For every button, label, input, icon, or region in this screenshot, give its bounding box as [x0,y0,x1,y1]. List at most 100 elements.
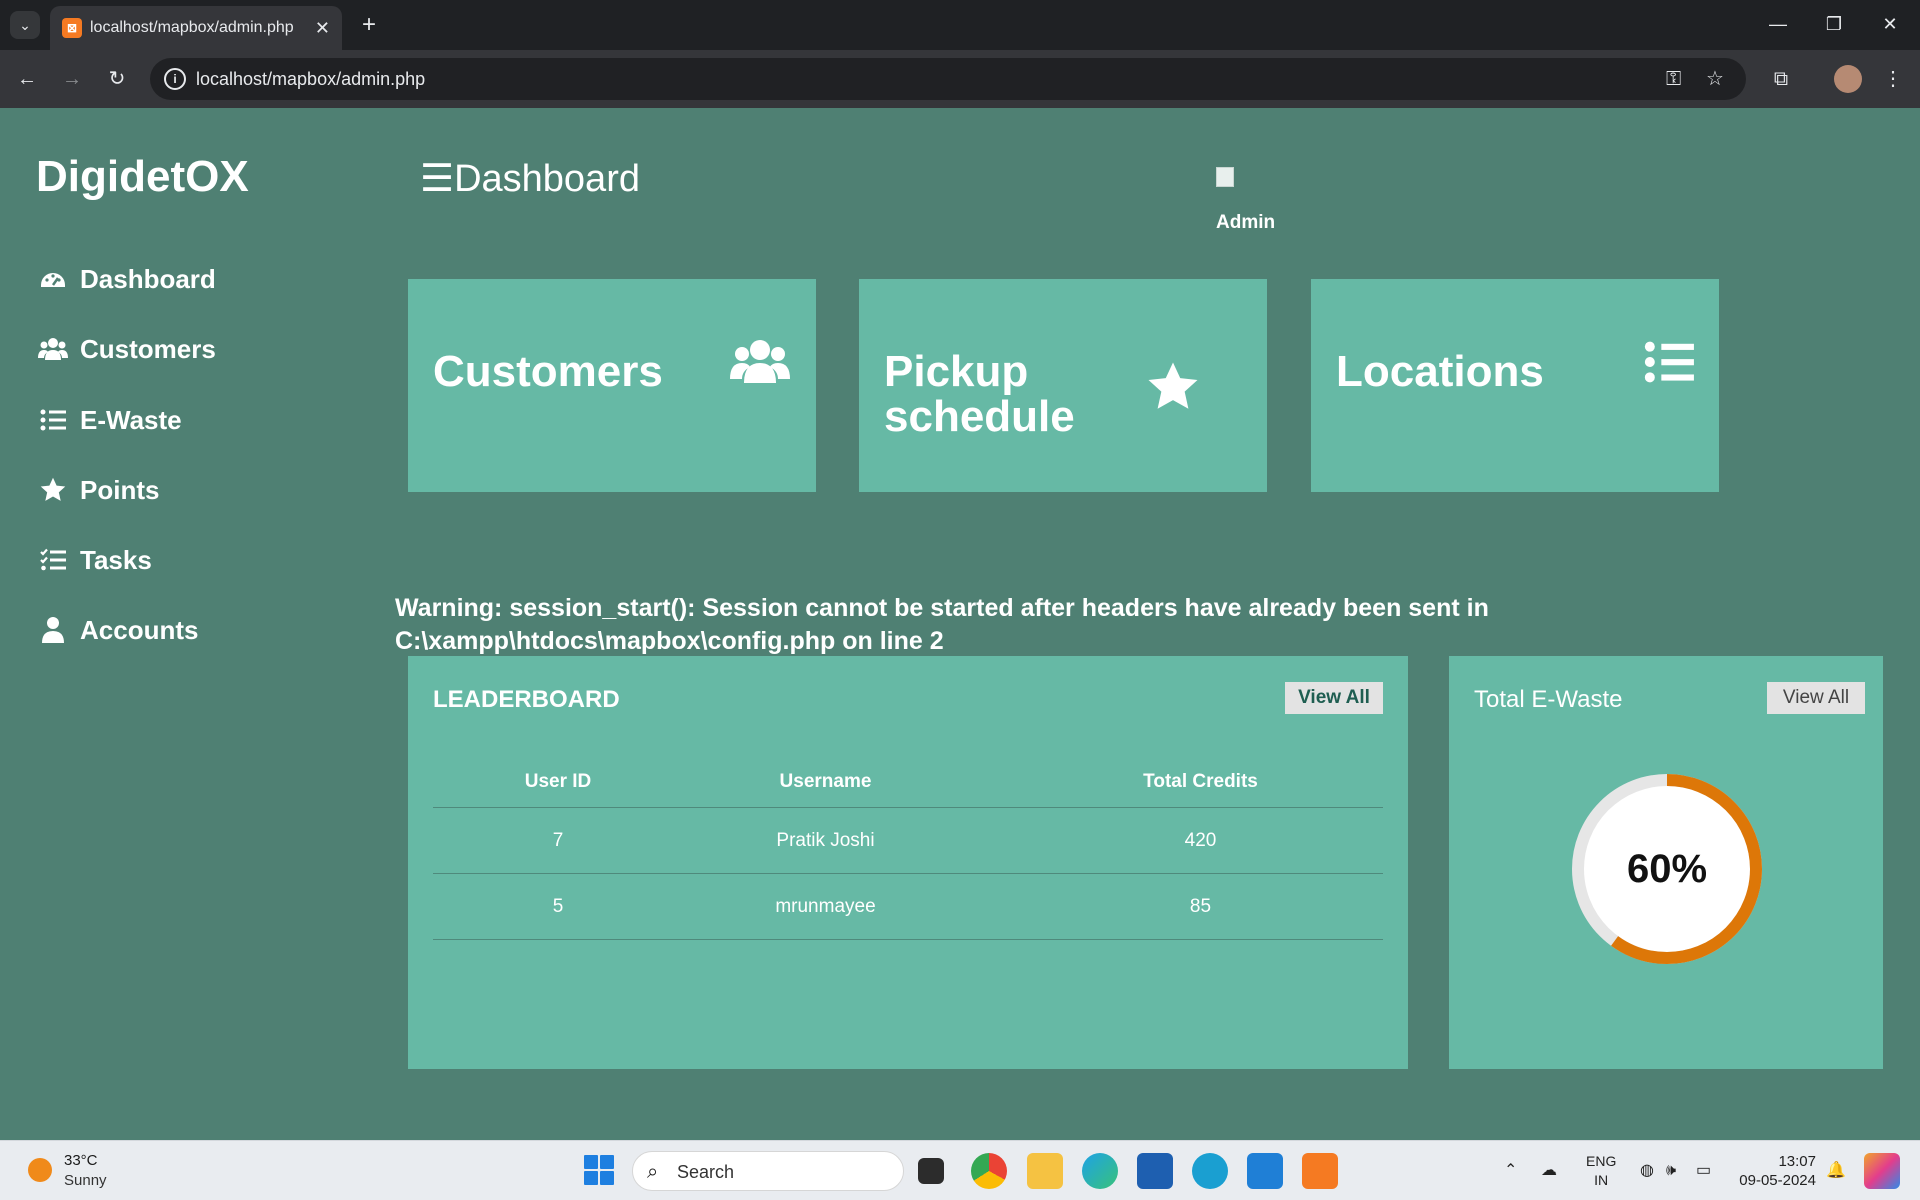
system-clock[interactable]: 13:07 09-05-2024 [1734,1152,1816,1190]
php-warning-message: Warning: session_start(): Session cannot… [395,592,1595,658]
sidebar-item-label: Tasks [80,544,152,575]
donut-percent-label: 60% [1626,846,1708,891]
brand-logo[interactable]: DigidetOX [36,152,249,202]
restore-button[interactable]: ❐ [1806,0,1862,50]
table-header-row: User ID Username Total Credits [433,756,1383,808]
total-ewaste-panel: Total E-Waste View All 60% [1449,656,1883,1069]
tasks-icon [38,545,68,575]
browser-tab[interactable]: ⊠ localhost/mapbox/admin.php ✕ [50,6,342,50]
chrome-icon[interactable] [971,1153,1007,1189]
leaderboard-view-all-button[interactable]: View All [1285,682,1383,714]
leaderboard-table: User ID Username Total Credits 7 Pratik … [433,756,1383,940]
language-line: ENG [1586,1153,1617,1169]
gauge-icon [38,264,68,294]
language-line: IN [1594,1172,1609,1188]
sidebar-item-customers[interactable]: Customers [38,329,216,369]
sidebar-item-label: Dashboard [80,263,216,294]
sidebar-item-tasks[interactable]: Tasks [38,540,152,580]
search-icon: ⌕ [647,1161,659,1183]
file-explorer-icon[interactable] [1027,1153,1063,1189]
password-key-icon[interactable]: ⚿ [1666,58,1681,100]
admin-avatar-broken-image [1216,167,1234,187]
profile-avatar[interactable] [1834,65,1862,93]
forward-icon[interactable]: → [55,62,89,96]
card-title: Locations [1336,347,1544,396]
task-view-icon[interactable] [918,1158,944,1184]
leaderboard-title: LEADERBOARD [433,686,620,713]
user-icon [38,615,68,645]
close-window-button[interactable]: ✕ [1862,0,1918,50]
sidebar-item-e-waste[interactable]: E-Waste [38,400,182,440]
site-info-icon[interactable]: i [164,68,186,90]
cell-credits: 420 [1184,829,1217,851]
reload-icon[interactable]: ↻ [100,62,134,96]
browser-toolbar: ← → ↻ i localhost/mapbox/admin.php ⚿ ☆ ⧉… [0,50,1920,108]
network-icon[interactable]: ◍ [1640,1141,1654,1200]
column-header: Total Credits [1143,770,1258,792]
new-tab-button[interactable]: + [352,8,386,42]
notifications-bell-icon[interactable]: 🔔 [1826,1141,1846,1200]
users-icon [38,334,68,364]
clock-date: 09-05-2024 [1739,1172,1816,1189]
weather-condition[interactable]: Sunny [64,1172,107,1189]
cell-credits: 85 [1189,895,1212,917]
clock-time: 13:07 [1778,1153,1816,1170]
back-icon[interactable]: ← [10,62,44,96]
menu-toggle-icon[interactable]: ☰ [420,158,454,200]
xampp-favicon-icon: ⊠ [62,18,82,38]
tab-title: localhost/mapbox/admin.php [90,19,294,36]
language-indicator[interactable]: ENG IN [1586,1152,1616,1190]
vscode-icon[interactable] [1247,1153,1283,1189]
card-pickup-schedule[interactable]: Pickup schedule [859,279,1267,492]
microsoft-store-icon[interactable] [1137,1153,1173,1189]
copilot-icon[interactable] [1864,1153,1900,1189]
edge-icon[interactable] [1082,1153,1118,1189]
card-locations[interactable]: Locations [1311,279,1719,492]
warning-line: Warning: session_start(): Session cannot… [395,594,1489,622]
card-title-line: Pickup [884,347,1029,396]
bookmark-star-icon[interactable]: ☆ [1706,58,1724,100]
tab-close-icon[interactable]: ✕ [315,6,330,50]
search-placeholder: Search [677,1162,735,1182]
app-ring-icon[interactable] [1192,1153,1228,1189]
sidebar-item-dashboard[interactable]: Dashboard [38,259,216,299]
sidebar-item-label: E-Waste [80,404,182,435]
sun-icon[interactable] [28,1158,52,1182]
browser-menu-icon[interactable]: ⋮ [1876,62,1910,96]
volume-icon[interactable]: 🕪 [1666,1141,1676,1200]
total-ewaste-title: Total E-Waste [1474,686,1623,713]
sidebar-item-label: Points [80,474,160,505]
card-title: Pickup schedule [884,349,1075,439]
onedrive-icon[interactable]: ☁ [1541,1141,1557,1200]
weather-temperature[interactable]: 33°C [64,1152,98,1169]
star-icon [38,475,68,505]
battery-icon[interactable]: ▭ [1696,1141,1711,1200]
page-title-text: Dashboard [454,158,640,200]
show-hidden-icons-chevron-icon[interactable]: ⌃ [1504,1141,1517,1200]
sidebar-item-points[interactable]: Points [38,470,159,510]
warning-line: C:\xampp\htdocs\mapbox\config.php on lin… [395,627,944,655]
list-icon [1643,339,1695,390]
cell-username: mrunmayee [775,895,876,917]
sidebar-item-label: Accounts [80,614,199,645]
sidebar-item-accounts[interactable]: Accounts [38,610,198,650]
table-row: 5 mrunmayee 85 [433,874,1383,940]
star-icon [1145,359,1201,420]
minimize-button[interactable]: — [1750,0,1806,50]
card-title-line: schedule [884,392,1075,441]
address-url[interactable]: localhost/mapbox/admin.php [196,58,425,100]
taskbar-search-box[interactable]: ⌕ Search [632,1151,904,1191]
windows-taskbar: 33°C Sunny ⌕ Search ⌃ ☁ ENG IN ◍ 🕪 ▭ 13:… [0,1140,1920,1200]
card-title: Customers [433,347,663,396]
windows-start-icon[interactable] [584,1155,614,1185]
tab-search-button[interactable]: ⌄ [10,11,40,39]
sidebar-item-label: Customers [80,333,216,364]
table-row: 7 Pratik Joshi 420 [433,808,1383,874]
cell-username: Pratik Joshi [776,829,875,851]
admin-name: Admin [1216,212,1276,233]
extensions-icon[interactable]: ⧉ [1764,62,1798,96]
card-customers[interactable]: Customers [408,279,816,492]
total-ewaste-view-all-button[interactable]: View All [1767,682,1865,714]
xampp-icon[interactable] [1302,1153,1338,1189]
address-bar[interactable]: i localhost/mapbox/admin.php ⚿ ☆ [150,58,1746,100]
